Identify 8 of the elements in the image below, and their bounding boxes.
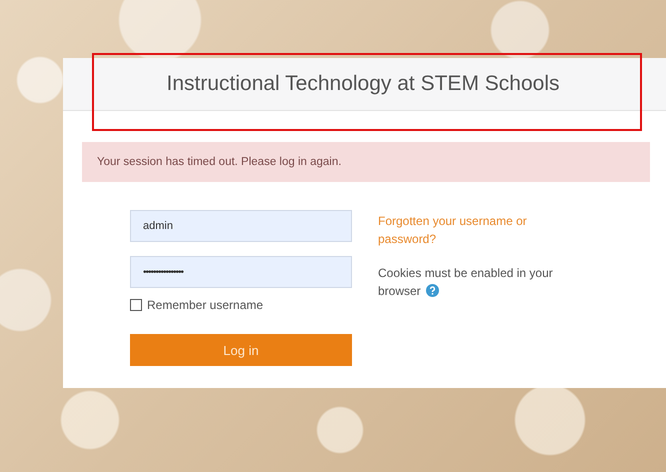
remember-label: Remember username: [147, 298, 264, 312]
remember-checkbox[interactable]: [130, 299, 142, 311]
help-icon[interactable]: [426, 284, 439, 297]
password-field[interactable]: ••••••••••••••••: [130, 256, 352, 288]
username-field[interactable]: admin: [130, 210, 352, 242]
alert-message: Your session has timed out. Please log in again.: [97, 156, 342, 168]
cookies-note: Cookies must be enabled in your browser: [378, 265, 554, 300]
site-title: Instructional Technology at STEM Schools: [166, 72, 560, 96]
